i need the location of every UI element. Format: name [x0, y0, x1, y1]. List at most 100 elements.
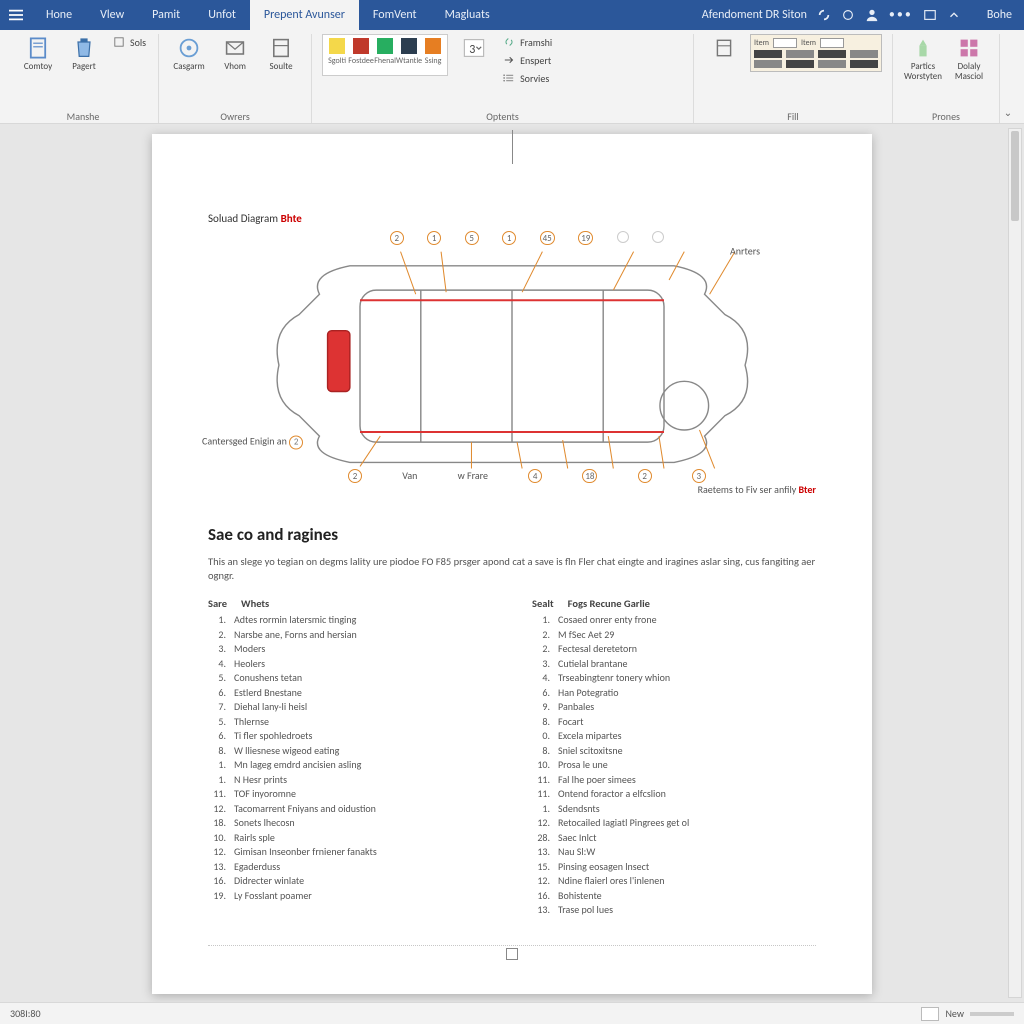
diagram-callout: 19: [578, 231, 593, 245]
ribbon-tab[interactable]: Vlew: [86, 0, 138, 30]
vertical-scrollbar[interactable]: [1008, 128, 1022, 998]
diagram-callout: 2: [638, 469, 652, 483]
diagram-callout: 5: [465, 231, 479, 245]
ribbon-tab[interactable]: Unfot: [194, 0, 250, 30]
grid-icon: [957, 36, 981, 60]
ribbon-collapse-button[interactable]: ⌄: [1000, 34, 1016, 123]
document-page: Soluad Diagram Bhte: [152, 134, 872, 994]
group-label: Fill: [694, 110, 892, 123]
account-name[interactable]: Bohe: [987, 8, 1012, 22]
ribbon-group-0: ComtoyPagertSols Manshe: [8, 34, 159, 123]
color-swatch[interactable]: Fhenal: [374, 38, 396, 72]
diagram-callout: 2: [348, 469, 362, 483]
swatch-chip: [377, 38, 393, 54]
chevron-icon[interactable]: [947, 8, 961, 22]
list-item: 8.Sniel scitoxitsne: [532, 744, 816, 759]
color-swatch[interactable]: Fostdee: [350, 38, 372, 72]
title-tabstrip: HoneVlewPamitUnfotPrepent AvunserFomVent…: [0, 0, 1024, 30]
list-item: 12.Tacomarrent Fniyans and oidustion: [208, 802, 492, 817]
list-item: 1.Sdendsnts: [532, 802, 816, 817]
list-item: 6.Estlerd Bnestane: [208, 686, 492, 701]
page-footer-ornament: [208, 945, 816, 960]
list-item: 28.Saec Inlct: [532, 831, 816, 846]
list-item: 5.Conushens tetan: [208, 671, 492, 686]
swatch-label: Wtantle: [396, 56, 422, 66]
swatch-chip: [401, 38, 417, 54]
ribbon-tab[interactable]: Prepent Avunser: [250, 0, 359, 30]
ribbon-tab[interactable]: Pamit: [138, 0, 194, 30]
diagram-callout: 18: [582, 469, 597, 483]
ribbon-tab[interactable]: FomVent: [359, 0, 431, 30]
page-end-marker: [506, 948, 518, 960]
list-item: 10.Rairls sple: [208, 831, 492, 846]
ribbon-small-button[interactable]: Sorvies: [500, 70, 554, 86]
button-label: Comtoy: [24, 62, 52, 72]
list-item: 1.Mn lageg emdrd ancisien asling: [208, 758, 492, 773]
ribbon-group-3: ItemItem Fill: [694, 34, 893, 123]
sync-icon[interactable]: [817, 8, 831, 22]
pagert-btn[interactable]: Pagert: [64, 34, 104, 72]
style-gallery[interactable]: ItemItem: [750, 34, 882, 72]
list-item: 15.Pinsing eosagen lnsect: [532, 860, 816, 875]
list-item: 3.Moders: [208, 642, 492, 657]
mail-icon: [223, 36, 247, 60]
app-menu-button[interactable]: [0, 0, 32, 30]
button-label: Casgarm: [173, 62, 204, 72]
list-item: 8.Focart: [532, 715, 816, 730]
swatch-chip: [353, 38, 369, 54]
color-swatch[interactable]: Sgolti: [326, 38, 348, 72]
soulte-btn[interactable]: Soulte: [261, 34, 301, 72]
partics-btn[interactable]: Partics Worstyten: [903, 34, 943, 82]
vhom-btn[interactable]: Vhom: [215, 34, 255, 72]
ribbon-group-2: SgoltiFostdeeFhenalWtantleSsing 3 Framshi E…: [312, 34, 694, 123]
ribbon-group-1: Casgarm Vhom Soulte Owrers: [159, 34, 312, 123]
style-gallery-toggle[interactable]: [704, 34, 744, 60]
user-icon[interactable]: [865, 8, 879, 22]
list-item: 10.Prosa le une: [532, 758, 816, 773]
list-item: 13.Trase pol lues: [532, 903, 816, 918]
ribbon-small-button[interactable]: Sols: [110, 34, 148, 50]
color-swatch[interactable]: Ssing: [422, 38, 444, 72]
ribbon-tab[interactable]: Hone: [32, 0, 86, 30]
ribbon-small-button[interactable]: Framshi: [500, 34, 554, 50]
button-label: Vhom: [224, 62, 246, 72]
comtoy-btn[interactable]: Comtoy: [18, 34, 58, 72]
list-item: 11.TOF inyoromne: [208, 787, 492, 802]
trash-icon: [72, 36, 96, 60]
view-mode-button[interactable]: [921, 1007, 939, 1021]
list-item: 6.Han Potegratio: [532, 686, 816, 701]
style-dropdown[interactable]: 3: [454, 34, 494, 60]
list-item: 12.Retocailed Iagiatl Pingrees get ol: [532, 816, 816, 831]
more-icon[interactable]: •••: [889, 8, 913, 22]
button-label: Partics Worstyten: [903, 62, 943, 82]
list-icon: [502, 71, 516, 85]
diagram-callout-text: Van: [402, 469, 417, 483]
cloud-icon[interactable]: [841, 8, 855, 22]
arrow-r-icon: [502, 53, 516, 67]
ribbon-tab[interactable]: Magluats: [431, 0, 504, 30]
list-item: 7.Diehal lany-li heisl: [208, 700, 492, 715]
button-label: Pagert: [72, 62, 96, 72]
ribbon-small-button[interactable]: Enspert: [500, 52, 554, 68]
list-item: 16.Didrecter winlate: [208, 874, 492, 889]
group-label: Owrers: [159, 110, 311, 123]
diagram-callout-text: w Frare: [458, 469, 488, 483]
swatch-chip: [425, 38, 441, 54]
diagram-callout: 2: [390, 231, 404, 245]
gallery-icon: [712, 36, 736, 60]
list-item: 1.Cosaed onrer enty frone: [532, 613, 816, 628]
status-right: New: [945, 1007, 964, 1020]
dolaly-btn[interactable]: Dolaly Masciol: [949, 34, 989, 82]
scrollbar-thumb[interactable]: [1011, 131, 1019, 221]
parts-column-2: SealtFogs Recune Garlie 1.Cosaed onrer e…: [532, 597, 816, 918]
list-item: 18.Sonets lhecosn: [208, 816, 492, 831]
casgarm-btn[interactable]: Casgarm: [169, 34, 209, 72]
button-label: Sorvies: [520, 72, 549, 85]
svg-text:3: 3: [469, 43, 475, 57]
diagram-callout: 3: [692, 469, 706, 483]
zoom-slider-placeholder[interactable]: [970, 1012, 1014, 1016]
color-swatches: SgoltiFostdeeFhenalWtantleSsing: [322, 34, 448, 76]
diagram-callout: 1: [427, 231, 441, 245]
color-swatch[interactable]: Wtantle: [398, 38, 420, 72]
window-icon[interactable]: [923, 8, 937, 22]
